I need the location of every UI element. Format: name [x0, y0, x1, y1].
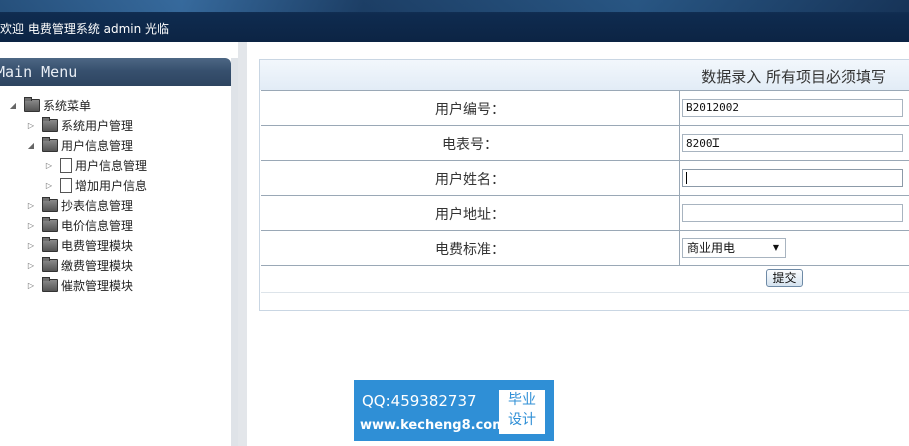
meter-no-input[interactable]: 8200Ɪ [682, 134, 903, 152]
ad-badge: 毕业 设计 [499, 390, 545, 434]
collapse-arrow-icon[interactable]: ▷ [26, 261, 36, 270]
ad-badge-line2: 设计 [508, 412, 536, 428]
banner-decoration [0, 0, 909, 12]
ad-badge-line1: 毕业 [508, 392, 536, 408]
tree-node-label: 系统用户管理 [61, 118, 134, 133]
collapse-arrow-icon[interactable]: ▷ [26, 241, 36, 250]
form-row-fee-standard: 电费标准： 商业用电 ▼ [261, 230, 909, 266]
tree-node-label: 抄表信息管理 [61, 198, 134, 213]
ad-qq-text: QQ:459382737 [362, 392, 477, 410]
tree-node-label: 缴费管理模块 [61, 258, 134, 273]
form-submit-row: 提交 [261, 265, 909, 293]
tree-node-label: 用户信息管理 [75, 158, 148, 173]
sidebar-header: Main Menu [0, 58, 231, 86]
folder-icon [42, 276, 58, 292]
tree-node-label: 电费管理模块 [61, 238, 134, 253]
tree-node-label: 电价信息管理 [61, 218, 134, 233]
tree-node-label: 增加用户信息 [75, 178, 148, 193]
form-row-user-name: 用户姓名： [261, 160, 909, 196]
field-label: 用户地址： [261, 196, 680, 231]
form-row-user-id: 用户编号： B2012002 [261, 90, 909, 126]
tree-node-system-users[interactable]: ▷ 系统用户管理 [26, 116, 133, 134]
field-label: 用户编号： [261, 91, 680, 126]
expand-arrow-icon[interactable]: ◢ [8, 101, 18, 110]
expand-arrow-icon[interactable]: ◢ [26, 141, 36, 150]
watermark-ad: QQ:459382737 www.kecheng8.com 毕业 设计 [354, 380, 554, 441]
collapse-arrow-icon[interactable]: ▷ [44, 181, 54, 190]
field-label: 电表号： [261, 126, 680, 161]
collapse-arrow-icon[interactable]: ▷ [26, 201, 36, 210]
tree-node-meter-reading[interactable]: ▷ 抄表信息管理 [26, 196, 133, 214]
tree-node-payment-manage[interactable]: ▷ 缴费管理模块 [26, 256, 133, 274]
tree-node-root[interactable]: ◢ 系统菜单 [8, 96, 91, 114]
sidebar-divider [238, 42, 247, 446]
tree-node-user-info[interactable]: ◢ 用户信息管理 [26, 136, 133, 154]
folder-icon [24, 96, 40, 112]
tree-node-reminder-manage[interactable]: ▷ 催款管理模块 [26, 276, 133, 294]
submit-button[interactable]: 提交 [766, 269, 803, 287]
user-address-input[interactable] [682, 204, 903, 222]
form-row-meter-no: 电表号： 8200Ɪ [261, 125, 909, 161]
data-entry-form: 数据录入 所有项目必须填写 用户编号： B2012002 电表号： 8200Ɪ … [259, 59, 909, 311]
sidebar: Main Menu ◢ 系统菜单 ▷ 系统用户管理 ◢ 用户信息管理 ▷ 用户信… [0, 58, 238, 446]
collapse-arrow-icon[interactable]: ▷ [26, 121, 36, 130]
user-name-input[interactable] [682, 169, 903, 187]
top-banner: 欢迎 电费管理系统 admin 光临 [0, 0, 909, 42]
user-id-input[interactable]: B2012002 [682, 99, 903, 117]
field-label: 用户姓名： [261, 161, 680, 196]
folder-icon [42, 196, 58, 212]
document-icon [60, 177, 72, 193]
form-header-text: 数据录入 所有项目必须填写 [701, 68, 886, 86]
caret [686, 172, 687, 184]
welcome-text: 欢迎 电费管理系统 admin 光临 [0, 22, 170, 36]
fee-standard-value: 商业用电 [687, 241, 736, 255]
folder-icon [42, 136, 58, 152]
collapse-arrow-icon[interactable]: ▷ [26, 221, 36, 230]
tree-node-fee-manage[interactable]: ▷ 电费管理模块 [26, 236, 133, 254]
tree-node-label: 催款管理模块 [61, 278, 134, 293]
form-header: 数据录入 所有项目必须填写 [260, 60, 909, 90]
collapse-arrow-icon[interactable]: ▷ [26, 281, 36, 290]
sidebar-title: Main Menu [0, 63, 78, 81]
text-cursor-icon: Ɪ [712, 136, 720, 150]
tree-node-label: 系统菜单 [43, 98, 92, 113]
fee-standard-select[interactable]: 商业用电 ▼ [682, 238, 786, 258]
ad-url-text: www.kecheng8.com [360, 418, 506, 433]
document-icon [60, 157, 72, 173]
meter-no-value: 8200 [686, 137, 713, 150]
tree-node-label: 用户信息管理 [61, 138, 134, 153]
tree-node-add-user[interactable]: ▷ 增加用户信息 [44, 176, 147, 194]
chevron-down-icon[interactable]: ▼ [773, 239, 779, 257]
tree-node-user-info-manage[interactable]: ▷ 用户信息管理 [44, 156, 147, 174]
tree-node-price-info[interactable]: ▷ 电价信息管理 [26, 216, 133, 234]
form-row-user-address: 用户地址： [261, 195, 909, 231]
folder-icon [42, 216, 58, 232]
folder-icon [42, 116, 58, 132]
collapse-arrow-icon[interactable]: ▷ [44, 161, 54, 170]
folder-icon [42, 236, 58, 252]
folder-icon [42, 256, 58, 272]
field-label: 电费标准： [261, 231, 680, 266]
